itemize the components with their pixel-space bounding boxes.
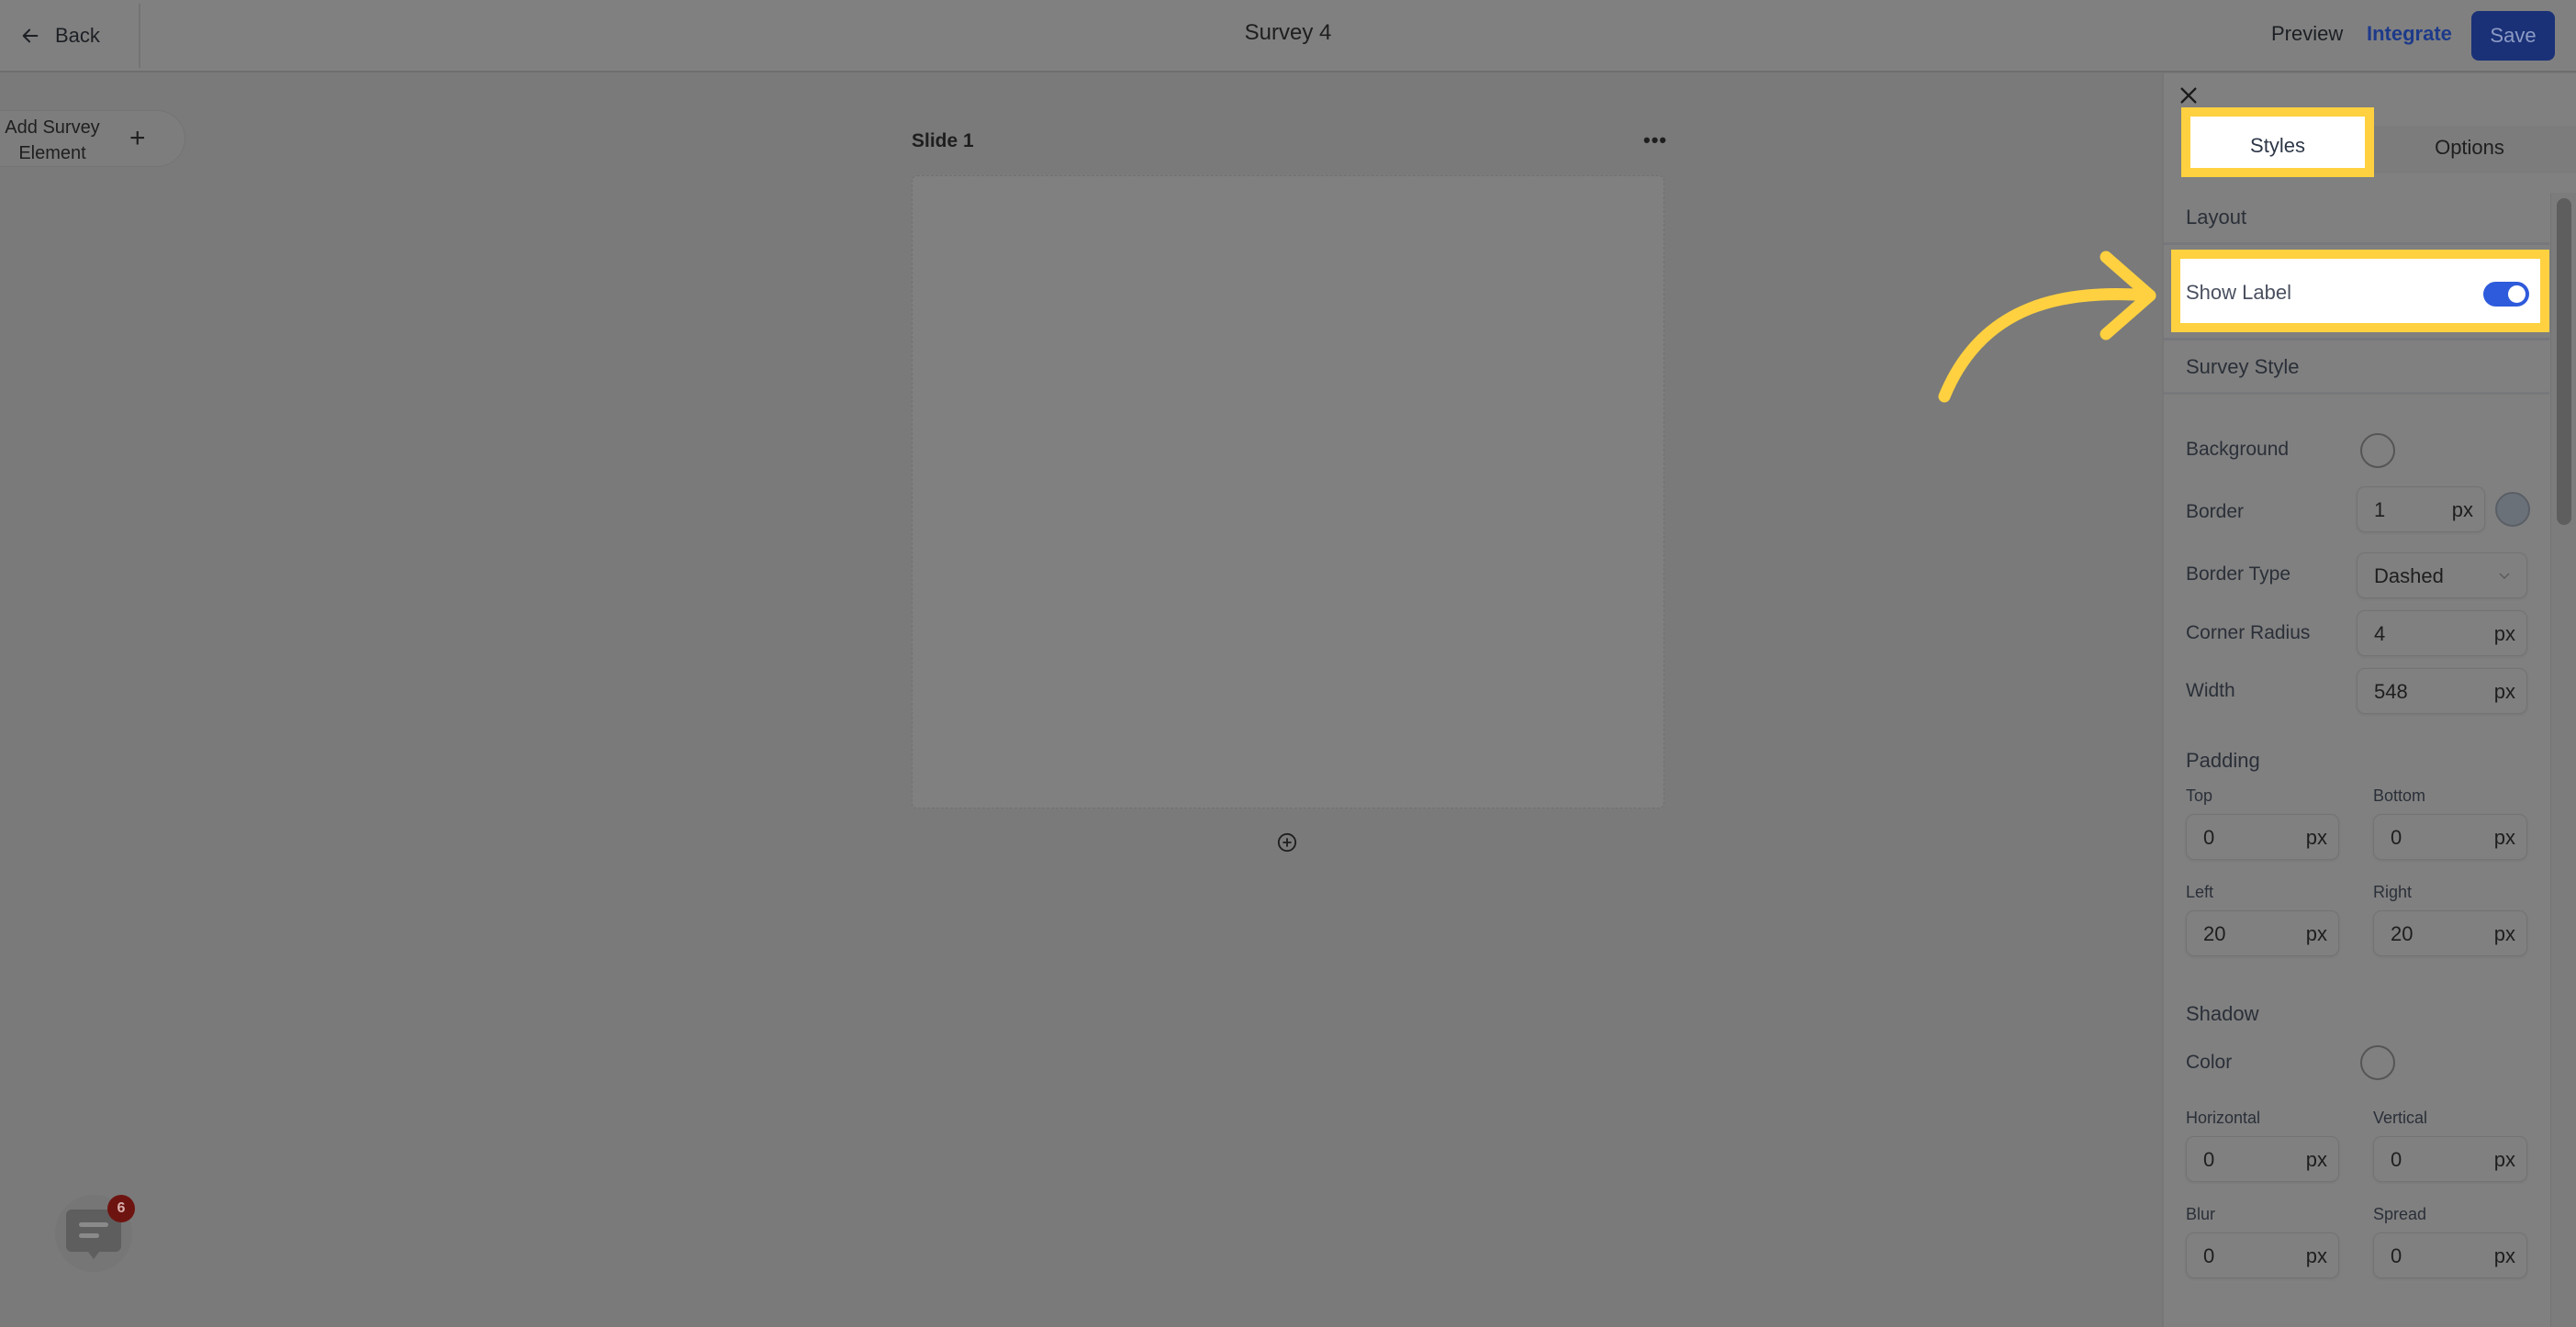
border-color-swatch[interactable] [2495,492,2530,527]
unit-label: px [2305,826,2327,849]
slide-title: Slide 1 [912,130,974,151]
unit-label: px [2451,498,2473,521]
width-value: 548 [2374,680,2408,703]
unit-label: px [2493,826,2515,849]
padding-top-value: 0 [2203,826,2215,849]
border-width-value: 1 [2374,498,2386,521]
section-layout-title: Layout [2186,206,2247,229]
shadow-horizontal-input[interactable]: 0 px [2186,1136,2339,1182]
slide-canvas[interactable] [912,175,1664,808]
background-color-swatch[interactable] [2360,433,2395,468]
shadow-color-swatch[interactable] [2360,1045,2395,1080]
padding-left-input[interactable]: 20 px [2186,910,2339,956]
unit-label: px [2493,680,2515,703]
padding-top-label: Top [2186,786,2213,805]
unit-label: px [2493,622,2515,645]
more-horizontal-icon[interactable]: ••• [1643,128,1667,152]
shadow-blur-input[interactable]: 0 px [2186,1232,2339,1278]
corner-radius-value: 4 [2374,622,2386,645]
shadow-horizontal-label: Horizontal [2186,1109,2261,1127]
divider [2164,392,2549,395]
notification-badge: 6 [107,1195,135,1222]
plus-icon: + [129,123,146,153]
close-icon[interactable] [2178,85,2199,106]
padding-bottom-input[interactable]: 0 px [2373,814,2527,860]
integrate-button[interactable]: Integrate [2367,22,2452,46]
unit-label: px [2493,1148,2515,1171]
width-input[interactable]: 548 px [2357,668,2527,714]
padding-right-input[interactable]: 20 px [2373,910,2527,956]
show-label-toggle[interactable] [2483,282,2529,307]
unit-label: px [2305,1148,2327,1171]
padding-right-value: 20 [2391,922,2414,945]
unit-label: px [2305,1244,2327,1267]
border-label: Border [2186,501,2245,522]
add-survey-element-button[interactable]: Add Survey Element + [0,110,185,167]
show-label-text: Show Label [2186,281,2291,304]
section-survey-style-title: Survey Style [2186,355,2300,378]
border-type-label: Border Type [2186,563,2291,585]
padding-bottom-label: Bottom [2373,786,2426,805]
preview-button[interactable]: Preview [2271,22,2343,46]
tab-styles[interactable]: Styles [2181,107,2374,177]
shadow-color-label: Color [2186,1052,2233,1073]
corner-radius-label: Corner Radius [2186,622,2311,643]
padding-bottom-value: 0 [2391,826,2402,849]
shadow-spread-label: Spread [2373,1205,2427,1223]
save-button[interactable]: Save [2471,11,2555,61]
plus-circle-icon[interactable] [1277,832,1297,853]
border-type-select[interactable]: Dashed [2357,552,2527,598]
top-header: Back Survey 4 Preview Integrate Save [0,0,2576,72]
padding-left-label: Left [2186,883,2214,901]
divider [2164,338,2549,340]
annotation-arrow-icon [1938,251,2156,403]
border-width-input[interactable]: 1 px [2357,486,2485,532]
divider [2164,242,2549,245]
chevron-down-icon [2499,573,2510,580]
shadow-horizontal-value: 0 [2203,1148,2215,1171]
shadow-blur-value: 0 [2203,1244,2215,1267]
section-padding-title: Padding [2186,749,2260,772]
padding-right-label: Right [2373,883,2413,901]
padding-top-input[interactable]: 0 px [2186,814,2339,860]
width-label: Width [2186,680,2235,701]
shadow-vertical-label: Vertical [2373,1109,2428,1127]
add-survey-element-label: Add Survey Element [5,117,100,163]
tab-options[interactable]: Options [2387,136,2552,160]
unit-label: px [2493,922,2515,945]
padding-left-value: 20 [2203,922,2226,945]
shadow-vertical-value: 0 [2391,1148,2402,1171]
toggle-knob [2508,285,2526,303]
background-label: Background [2186,439,2290,460]
shadow-blur-label: Blur [2186,1205,2216,1223]
corner-radius-input[interactable]: 4 px [2357,610,2527,656]
page-title: Survey 4 [1244,20,1332,45]
shadow-vertical-input[interactable]: 0 px [2373,1136,2527,1182]
border-type-value: Dashed [2374,564,2444,587]
unit-label: px [2305,922,2327,945]
section-shadow-title: Shadow [2186,1002,2259,1025]
shadow-spread-input[interactable]: 0 px [2373,1232,2527,1278]
unit-label: px [2493,1244,2515,1267]
shadow-spread-value: 0 [2391,1244,2402,1267]
panel-scrollbar-thumb[interactable] [2557,198,2571,525]
